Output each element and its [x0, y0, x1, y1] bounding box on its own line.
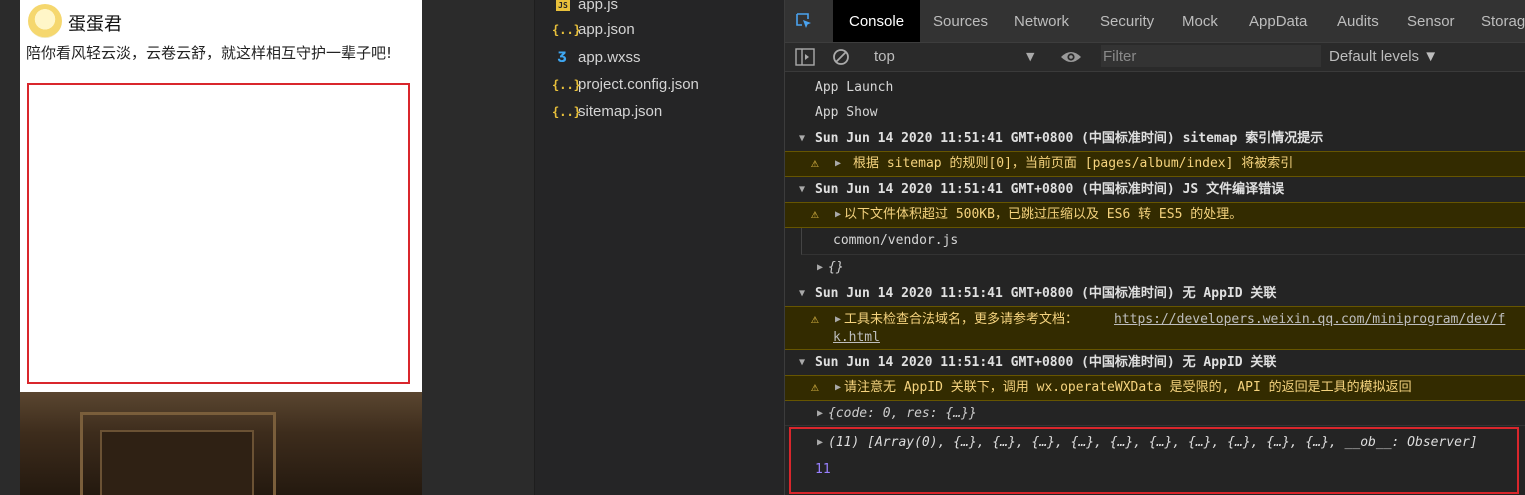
highlight-box: [27, 83, 410, 384]
tab-sensor[interactable]: Sensor: [1407, 0, 1455, 42]
docs-link[interactable]: https://developers.weixin.qq.com/minipro…: [1114, 310, 1505, 329]
warning-row: ⚠ ▶ 根据 sitemap 的规则[0]，当前页面 [pages/album/…: [785, 151, 1525, 177]
warning-icon: ⚠: [811, 207, 819, 222]
docs-link-continued[interactable]: k.html: [833, 328, 880, 347]
expand-triangle-icon[interactable]: ▶: [835, 376, 841, 400]
chevron-down-icon: ▼: [1026, 50, 1035, 63]
photo-inner-decoration: [100, 430, 254, 495]
warning-row: ⚠ ▶ 请注意无 AppID 关联下，调用 wx.operateWXData 是…: [785, 375, 1525, 401]
console-toolbar: top ▼ Default levels ▼: [785, 43, 1525, 72]
log-row: App Show: [815, 105, 878, 120]
log-group-header[interactable]: ▼ Sun Jun 14 2020 11:51:41 GMT+0800 (中国标…: [785, 283, 1525, 305]
file-item-project-config[interactable]: {..} project.config.json: [552, 72, 699, 98]
devtools-panel: Console Sources Network Security Mock Ap…: [784, 0, 1525, 495]
tab-sources[interactable]: Sources: [933, 0, 988, 42]
tab-audits[interactable]: Audits: [1337, 0, 1379, 42]
simulator-side-area: [422, 0, 534, 495]
avatar[interactable]: [28, 4, 62, 38]
warning-row: ⚠ ▶ 以下文件体积超过 500KB，已跳过压缩以及 ES6 转 ES5 的处理…: [785, 202, 1525, 228]
object-row[interactable]: ▶ {}: [785, 256, 1525, 280]
expand-triangle-icon: ▼: [799, 288, 806, 299]
log-group-header[interactable]: ▼ Sun Jun 14 2020 11:51:41 GMT+0800 (中国标…: [785, 128, 1525, 150]
log-levels-select[interactable]: Default levels ▼: [1329, 43, 1438, 71]
highlight-box: [789, 427, 1519, 494]
file-item-app-json[interactable]: {..} app.json: [552, 17, 635, 43]
file-item-sitemap[interactable]: {..} sitemap.json: [552, 99, 662, 125]
devtools-tabbar: Console Sources Network Security Mock Ap…: [785, 0, 1525, 43]
css-file-icon: Ʒ: [557, 50, 567, 66]
tab-appdata[interactable]: AppData: [1249, 0, 1307, 42]
expand-triangle-icon: ▼: [799, 184, 806, 195]
tab-mock[interactable]: Mock: [1182, 0, 1218, 42]
warning-icon: ⚠: [811, 156, 819, 171]
tab-security[interactable]: Security: [1100, 0, 1154, 42]
log-group-header[interactable]: ▼ Sun Jun 14 2020 11:51:41 GMT+0800 (中国标…: [785, 352, 1525, 374]
tab-console[interactable]: Console: [833, 0, 921, 42]
log-row: common/vendor.js: [801, 228, 1525, 255]
json-file-icon: {..}: [552, 23, 581, 37]
object-row[interactable]: ▶ {code: 0, res: {…}}: [785, 403, 1525, 426]
tab-network[interactable]: Network: [1014, 0, 1069, 42]
simulator-screen: 蛋蛋君 陪你看风轻云淡，云卷云舒，就这样相互守护一辈子吧!: [20, 0, 422, 495]
file-tree: JS app.js {..} app.json Ʒ app.wxss {..} …: [534, 0, 785, 495]
js-file-icon: JS: [556, 0, 570, 11]
json-file-icon: {..}: [552, 78, 581, 92]
sidebar-toggle-icon[interactable]: [795, 48, 815, 66]
warning-row: ⚠ ▶ 工具未检查合法域名，更多请参考文档： https://developer…: [785, 306, 1525, 350]
eye-icon[interactable]: [1060, 49, 1082, 65]
inspect-element-icon[interactable]: [795, 12, 813, 30]
log-row: App Launch: [815, 80, 894, 95]
album-photo[interactable]: [20, 392, 422, 495]
clear-console-icon[interactable]: [832, 48, 850, 66]
username: 蛋蛋君: [68, 14, 122, 35]
simulator-gutter: [0, 0, 20, 495]
warning-icon: ⚠: [811, 380, 819, 395]
expand-triangle-icon: ▼: [799, 133, 806, 144]
tab-storage[interactable]: Storage: [1481, 0, 1525, 42]
log-group-header[interactable]: ▼ Sun Jun 14 2020 11:51:41 GMT+0800 (中国标…: [785, 179, 1525, 201]
expand-triangle-icon[interactable]: ▶: [835, 310, 841, 329]
json-file-icon: {..}: [552, 105, 581, 119]
expand-triangle-icon: ▶: [817, 408, 824, 419]
context-select[interactable]: top: [874, 43, 1034, 71]
warning-icon: ⚠: [811, 312, 819, 327]
expand-triangle-icon: ▼: [799, 357, 806, 368]
expand-triangle-icon[interactable]: ▶: [835, 203, 841, 227]
expand-triangle-icon: ▶: [817, 262, 824, 273]
expand-triangle-icon[interactable]: ▶: [835, 152, 841, 176]
poem-text: 陪你看风轻云淡，云卷云舒，就这样相互守护一辈子吧!: [26, 44, 393, 62]
file-item-app-js[interactable]: JS app.js: [556, 0, 618, 18]
file-item-app-wxss[interactable]: Ʒ app.wxss: [558, 45, 641, 71]
filter-input[interactable]: [1101, 45, 1321, 67]
